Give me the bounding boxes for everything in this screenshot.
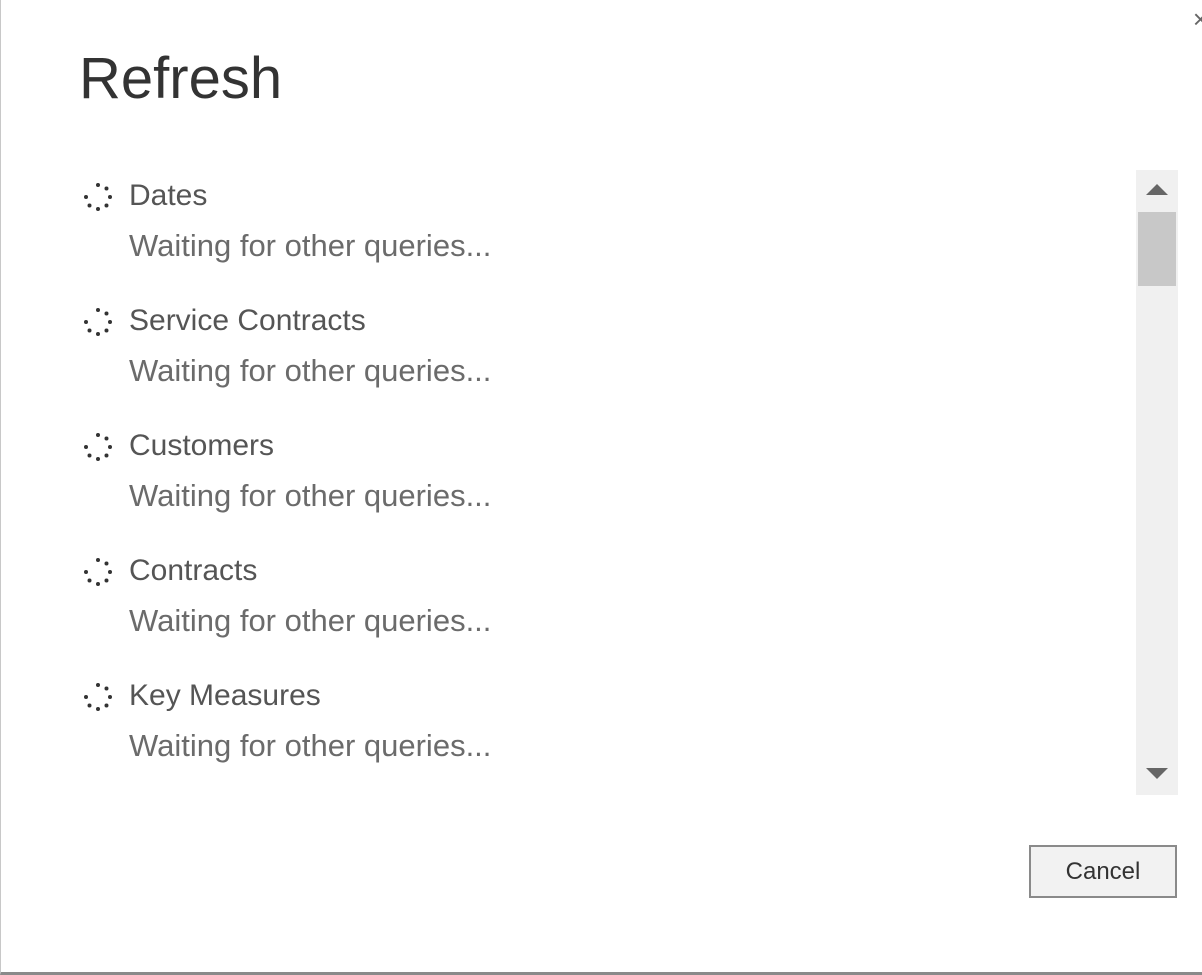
spinner-dot bbox=[96, 457, 100, 461]
scroll-down-arrow-icon[interactable] bbox=[1146, 768, 1168, 779]
query-status: Waiting for other queries... bbox=[129, 228, 492, 263]
spinner-dot bbox=[87, 578, 92, 583]
spinner-dot bbox=[96, 558, 100, 562]
spinner-dot bbox=[96, 582, 100, 586]
spinner-dot bbox=[108, 445, 112, 449]
query-item: Service Contracts Waiting for other quer… bbox=[79, 295, 1129, 420]
query-name: Key Measures bbox=[129, 679, 321, 712]
spinner-dot bbox=[87, 703, 92, 708]
query-status: Waiting for other queries... bbox=[129, 353, 492, 388]
spinner-dot bbox=[96, 433, 100, 437]
spinner-dot bbox=[108, 570, 112, 574]
spinner-dot bbox=[87, 328, 92, 333]
loading-spinner-icon bbox=[84, 183, 112, 211]
query-item: Dates Waiting for other queries... bbox=[79, 170, 1129, 295]
spinner-dot bbox=[104, 203, 109, 208]
spinner-dot bbox=[84, 195, 88, 199]
spinner-dot bbox=[96, 332, 100, 336]
spinner-dot bbox=[104, 578, 109, 583]
query-item: Contracts Waiting for other queries... bbox=[79, 545, 1129, 670]
spinner-dot bbox=[87, 203, 92, 208]
query-item: Key Measures Waiting for other queries..… bbox=[79, 670, 1129, 795]
spinner-dot bbox=[104, 186, 109, 191]
query-status: Waiting for other queries... bbox=[129, 603, 492, 638]
loading-spinner-icon bbox=[84, 433, 112, 461]
spinner-dot bbox=[84, 570, 88, 574]
query-status: Waiting for other queries... bbox=[129, 478, 492, 513]
spinner-dot bbox=[96, 207, 100, 211]
spinner-dot bbox=[96, 683, 100, 687]
spinner-dot bbox=[104, 561, 109, 566]
loading-spinner-icon bbox=[84, 308, 112, 336]
spinner-dot bbox=[96, 308, 100, 312]
query-name: Dates bbox=[129, 179, 208, 212]
cancel-button[interactable]: Cancel bbox=[1029, 845, 1177, 898]
loading-spinner-icon bbox=[84, 558, 112, 586]
spinner-dot bbox=[104, 436, 109, 441]
spinner-dot bbox=[84, 445, 88, 449]
spinner-dot bbox=[96, 183, 100, 187]
dialog-title: Refresh bbox=[79, 46, 283, 111]
scroll-up-arrow-icon[interactable] bbox=[1146, 184, 1168, 195]
spinner-dot bbox=[104, 703, 109, 708]
refresh-dialog: × Refresh Dates Waiting for other querie… bbox=[0, 0, 1202, 975]
spinner-dot bbox=[108, 695, 112, 699]
loading-spinner-icon bbox=[84, 683, 112, 711]
spinner-dot bbox=[96, 707, 100, 711]
query-list: Dates Waiting for other queries... Servi… bbox=[79, 170, 1129, 795]
query-name: Customers bbox=[129, 429, 275, 462]
query-name: Service Contracts bbox=[129, 304, 366, 337]
query-name: Contracts bbox=[129, 554, 258, 587]
spinner-dot bbox=[108, 320, 112, 324]
spinner-dot bbox=[104, 328, 109, 333]
spinner-dot bbox=[104, 453, 109, 458]
vertical-scrollbar[interactable] bbox=[1136, 170, 1178, 795]
spinner-dot bbox=[84, 320, 88, 324]
query-item: Customers Waiting for other queries... bbox=[79, 420, 1129, 545]
spinner-dot bbox=[108, 195, 112, 199]
scroll-thumb[interactable] bbox=[1138, 212, 1176, 286]
spinner-dot bbox=[87, 453, 92, 458]
spinner-dot bbox=[104, 311, 109, 316]
close-icon[interactable]: × bbox=[1193, 6, 1202, 32]
spinner-dot bbox=[104, 686, 109, 691]
query-status: Waiting for other queries... bbox=[129, 728, 492, 763]
spinner-dot bbox=[84, 695, 88, 699]
